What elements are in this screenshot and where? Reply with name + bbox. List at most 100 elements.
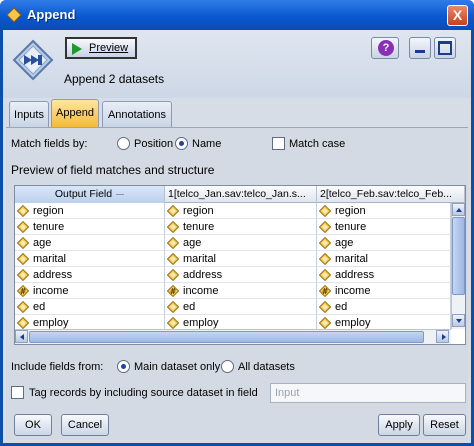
field-name: ed bbox=[335, 301, 348, 313]
nominal-field-icon bbox=[319, 221, 331, 233]
maximize-icon bbox=[438, 41, 452, 55]
nominal-field-icon bbox=[17, 317, 29, 329]
append-dialog: Append X Preview ? Append 2 datasets Inp… bbox=[0, 0, 474, 446]
tab-append[interactable]: Append bbox=[51, 99, 99, 127]
ok-button[interactable]: OK bbox=[14, 414, 52, 436]
append-node-icon bbox=[12, 39, 54, 81]
tag-records-checkbox[interactable] bbox=[11, 386, 24, 399]
nominal-field-icon bbox=[319, 269, 331, 281]
nominal-field-icon bbox=[17, 301, 29, 313]
field-name: income bbox=[183, 285, 219, 297]
horizontal-scroll-thumb[interactable] bbox=[29, 331, 424, 343]
title-bar[interactable]: Append X bbox=[0, 0, 474, 30]
table-cell: tenure bbox=[317, 219, 451, 235]
table-cell: # income bbox=[317, 283, 451, 299]
table-row[interactable]: marital marital marital bbox=[15, 251, 451, 267]
svg-text:#: # bbox=[20, 287, 26, 296]
table-row[interactable]: # income # income # income bbox=[15, 283, 451, 299]
scroll-left-button[interactable] bbox=[15, 330, 28, 343]
continuous-field-icon: # bbox=[17, 285, 29, 297]
table-row[interactable]: age age age bbox=[15, 235, 451, 251]
minimize-icon bbox=[415, 50, 425, 53]
sort-icon bbox=[116, 193, 125, 195]
field-name: address bbox=[335, 269, 375, 281]
minimize-button[interactable] bbox=[409, 37, 431, 59]
include-main-radio[interactable] bbox=[117, 360, 130, 373]
match-position-label: Position bbox=[134, 138, 174, 150]
arrow-right-icon bbox=[442, 334, 446, 340]
scroll-right-button[interactable] bbox=[436, 330, 449, 343]
table-row[interactable]: tenure tenure tenure bbox=[15, 219, 451, 235]
nominal-field-icon bbox=[17, 221, 29, 233]
table-cell: address bbox=[165, 267, 317, 283]
table-cell: ed bbox=[165, 299, 317, 315]
scroll-up-button[interactable] bbox=[452, 203, 465, 216]
field-name: age bbox=[335, 237, 354, 249]
svg-text:#: # bbox=[170, 287, 176, 296]
match-position-radio[interactable] bbox=[117, 137, 130, 150]
field-preview-table[interactable]: Output Field 1[telco_Jan.sav:telco_Jan.s… bbox=[14, 185, 466, 345]
column-header-dataset-1[interactable]: 1[telco_Jan.sav:telco_Jan.s... bbox=[165, 186, 317, 203]
cancel-button[interactable]: Cancel bbox=[61, 414, 109, 436]
include-all-label: All datasets bbox=[238, 361, 295, 373]
preview-label: Preview bbox=[89, 42, 129, 54]
table-header: Output Field 1[telco_Jan.sav:telco_Jan.s… bbox=[15, 186, 465, 203]
arrow-left-icon bbox=[20, 334, 24, 340]
table-cell: address bbox=[15, 267, 165, 283]
preview-button[interactable]: Preview bbox=[65, 37, 137, 59]
tag-records-label: Tag records by including source dataset … bbox=[29, 387, 258, 399]
append-node-icon bbox=[6, 7, 22, 23]
tab-inputs[interactable]: Inputs bbox=[9, 101, 49, 127]
field-name: income bbox=[33, 285, 69, 297]
field-name: marital bbox=[33, 253, 67, 265]
table-cell: # income bbox=[165, 283, 317, 299]
field-name: marital bbox=[335, 253, 369, 265]
include-all-radio[interactable] bbox=[221, 360, 234, 373]
nominal-field-icon bbox=[167, 301, 179, 313]
table-cell: ed bbox=[15, 299, 165, 315]
field-name: region bbox=[335, 205, 366, 217]
append-panel: Match fields by: Position Name Match cas… bbox=[6, 127, 468, 440]
horizontal-scrollbar[interactable] bbox=[15, 329, 451, 344]
table-cell: address bbox=[317, 267, 451, 283]
header-area: Preview ? Append 2 datasets bbox=[3, 30, 471, 98]
scroll-down-button[interactable] bbox=[452, 314, 465, 327]
apply-button[interactable]: Apply bbox=[378, 414, 420, 436]
scroll-thumb[interactable] bbox=[452, 217, 465, 295]
table-cell: region bbox=[317, 203, 451, 219]
nominal-field-icon bbox=[167, 269, 179, 281]
tag-field-input[interactable] bbox=[270, 383, 466, 403]
window-title: Append bbox=[27, 7, 76, 22]
tab-annotations[interactable]: Annotations bbox=[102, 101, 172, 127]
match-name-label: Name bbox=[192, 138, 222, 150]
vertical-scrollbar[interactable] bbox=[451, 203, 465, 329]
match-name-radio[interactable] bbox=[175, 137, 188, 150]
field-name: income bbox=[335, 285, 371, 297]
nominal-field-icon bbox=[167, 221, 179, 233]
column-header-output-field[interactable]: Output Field bbox=[15, 186, 165, 203]
arrow-up-icon bbox=[456, 208, 462, 212]
nominal-field-icon bbox=[319, 237, 331, 249]
arrow-down-icon bbox=[456, 319, 462, 323]
table-cell: tenure bbox=[15, 219, 165, 235]
help-button[interactable]: ? bbox=[371, 37, 399, 59]
table-row[interactable]: ed ed ed bbox=[15, 299, 451, 315]
reset-button[interactable]: Reset bbox=[423, 414, 466, 436]
field-name: age bbox=[183, 237, 202, 249]
match-case-checkbox[interactable] bbox=[272, 137, 285, 150]
include-main-label: Main dataset only bbox=[134, 361, 221, 373]
table-cell: age bbox=[165, 235, 317, 251]
column-header-dataset-2[interactable]: 2[telco_Feb.sav:telco_Feb... bbox=[317, 186, 465, 203]
maximize-button[interactable] bbox=[434, 37, 456, 59]
nominal-field-icon bbox=[319, 205, 331, 217]
table-row[interactable]: address address address bbox=[15, 267, 451, 283]
nominal-field-icon bbox=[319, 253, 331, 265]
table-cell: ed bbox=[317, 299, 451, 315]
match-case-label: Match case bbox=[289, 138, 346, 150]
nominal-field-icon bbox=[167, 237, 179, 249]
column-header-label: Output Field bbox=[54, 188, 113, 200]
table-row[interactable]: region region region bbox=[15, 203, 451, 219]
preview-heading: Preview of field matches and structure bbox=[11, 163, 215, 177]
continuous-field-icon: # bbox=[167, 285, 179, 297]
close-button[interactable]: X bbox=[447, 5, 468, 26]
